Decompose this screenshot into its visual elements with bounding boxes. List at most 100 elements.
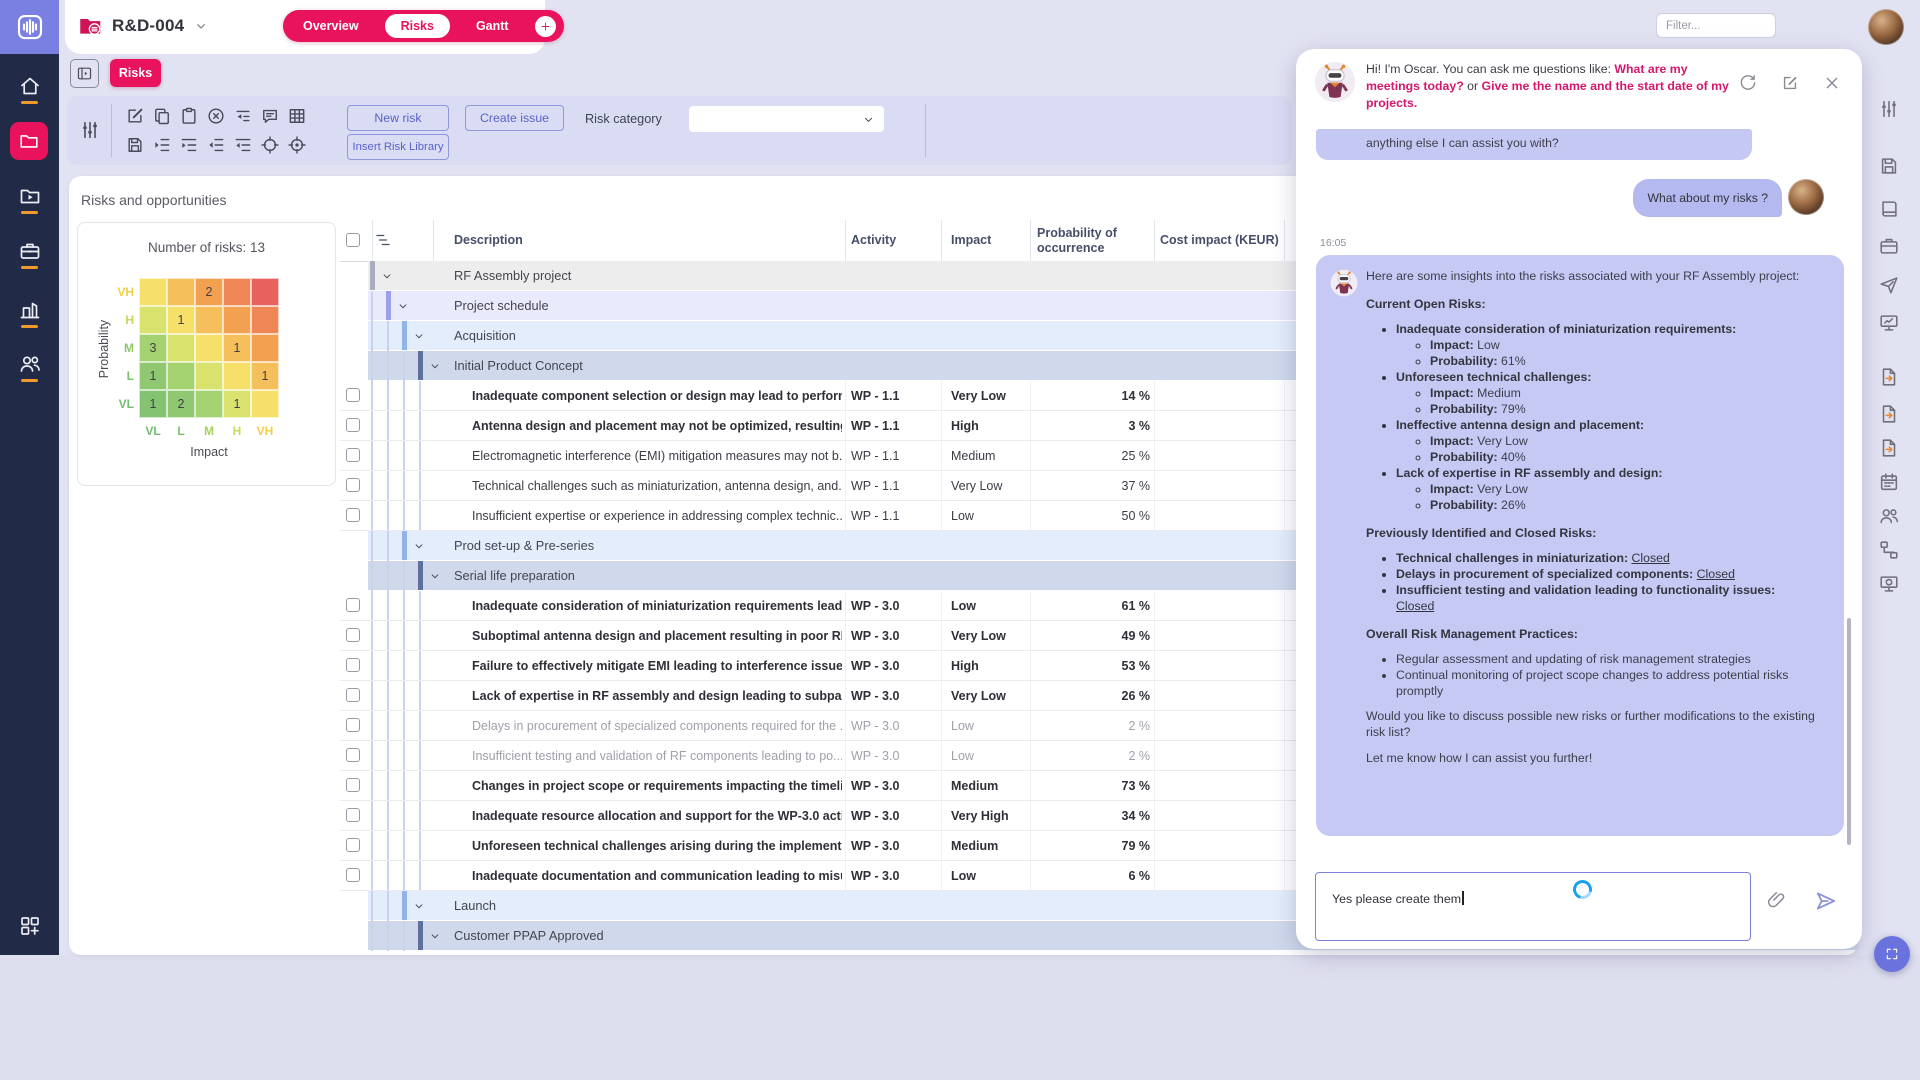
chevron-down-icon[interactable]: [396, 299, 410, 313]
column-header-1[interactable]: Activity: [851, 220, 941, 261]
sidebar-item-team[interactable]: [0, 344, 59, 384]
column-header-3[interactable]: Probability of occurrence: [1037, 220, 1123, 261]
save-button[interactable]: [125, 134, 145, 156]
rail-monitor[interactable]: [1878, 573, 1900, 595]
filter-input[interactable]: [1656, 13, 1776, 38]
matrix-cell-VH-VL[interactable]: [139, 278, 167, 306]
comment-button[interactable]: [260, 105, 280, 127]
rail-presentation[interactable]: [1878, 312, 1900, 334]
matrix-cell-VH-VH[interactable]: [251, 278, 279, 306]
matrix-cell-H-VH[interactable]: [251, 306, 279, 334]
row-checkbox[interactable]: [346, 598, 360, 612]
matrix-cell-M-VH[interactable]: [251, 334, 279, 362]
row-checkbox[interactable]: [346, 388, 360, 402]
chevron-down-icon[interactable]: [380, 269, 394, 283]
row-checkbox[interactable]: [346, 688, 360, 702]
sidebar-item-home[interactable]: [0, 66, 59, 106]
chat-fullscreen-button[interactable]: [1874, 936, 1910, 972]
tab-overview[interactable]: Overview: [297, 14, 365, 38]
attachment-icon[interactable]: [1766, 889, 1787, 910]
tab-risks[interactable]: Risks: [385, 14, 450, 38]
chat-input[interactable]: Yes please create them: [1315, 872, 1751, 941]
rail-team[interactable]: [1878, 505, 1900, 527]
matrix-cell-L-VL[interactable]: 1: [139, 362, 167, 390]
closed-status-link[interactable]: Closed: [1697, 567, 1735, 581]
matrix-cell-VH-M[interactable]: 2: [195, 278, 223, 306]
new-chat-icon[interactable]: [1780, 73, 1800, 93]
tab-gantt[interactable]: Gantt: [470, 14, 515, 38]
rail-export-word[interactable]: [1878, 437, 1900, 459]
chevron-down-icon[interactable]: [412, 329, 426, 343]
attachment-icon[interactable]: [1766, 889, 1787, 910]
close-icon[interactable]: [1822, 73, 1842, 93]
matrix-cell-M-L[interactable]: [167, 334, 195, 362]
rail-settings[interactable]: [1878, 98, 1900, 120]
chevron-down-icon[interactable]: [428, 929, 442, 943]
matrix-cell-L-L[interactable]: [167, 362, 195, 390]
edit-button[interactable]: [125, 105, 145, 127]
collapse-row-button[interactable]: [233, 105, 253, 127]
row-checkbox[interactable]: [346, 718, 360, 732]
matrix-cell-H-L[interactable]: 1: [167, 306, 195, 334]
matrix-cell-M-VL[interactable]: 3: [139, 334, 167, 362]
rail-export-excel[interactable]: [1878, 403, 1900, 425]
closed-status-link[interactable]: Closed: [1632, 551, 1670, 565]
send-icon[interactable]: [1813, 888, 1839, 914]
row-checkbox[interactable]: [346, 748, 360, 762]
column-header-2[interactable]: Impact: [951, 220, 1031, 261]
new-risk-button[interactable]: New risk: [347, 105, 449, 131]
table-button[interactable]: [287, 105, 307, 127]
matrix-cell-L-H[interactable]: [223, 362, 251, 390]
matrix-cell-VH-L[interactable]: [167, 278, 195, 306]
chevron-down-icon[interactable]: [412, 899, 426, 913]
matrix-cell-VL-L[interactable]: 2: [167, 390, 195, 418]
target-dot-button[interactable]: [287, 134, 307, 156]
chevron-down-icon[interactable]: [193, 18, 209, 34]
sidebar-item-add-dashboard[interactable]: [0, 906, 59, 946]
rail-export-pdf[interactable]: [1878, 366, 1900, 388]
column-header-4[interactable]: Cost impact (KEUR): [1160, 220, 1300, 261]
matrix-cell-M-M[interactable]: [195, 334, 223, 362]
sidebar-item-media-library[interactable]: [0, 176, 59, 216]
column-header-0[interactable]: Description: [454, 220, 834, 261]
chevron-down-icon[interactable]: [428, 359, 442, 373]
risks-page-button[interactable]: Risks: [110, 59, 161, 87]
row-checkbox[interactable]: [346, 808, 360, 822]
app-logo[interactable]: [0, 0, 59, 54]
matrix-cell-L-M[interactable]: [195, 362, 223, 390]
create-issue-button[interactable]: Create issue: [465, 105, 564, 131]
matrix-cell-VH-H[interactable]: [223, 278, 251, 306]
rail-send[interactable]: [1878, 274, 1900, 296]
target-button[interactable]: [260, 134, 280, 156]
tune-icon[interactable]: [79, 119, 101, 141]
refresh-icon[interactable]: [1738, 73, 1758, 93]
matrix-cell-H-M[interactable]: [195, 306, 223, 334]
row-checkbox[interactable]: [346, 508, 360, 522]
rail-briefcase[interactable]: [1878, 235, 1900, 257]
matrix-cell-VL-VL[interactable]: 1: [139, 390, 167, 418]
chevron-down-icon[interactable]: [193, 18, 209, 34]
row-checkbox[interactable]: [346, 448, 360, 462]
project-switcher[interactable]: R&D-004: [77, 13, 209, 39]
new-chat-icon[interactable]: [1780, 73, 1800, 93]
indent-alt-button[interactable]: [179, 134, 199, 156]
select-all-checkbox[interactable]: [346, 233, 360, 247]
panel-toggle-button[interactable]: [70, 59, 99, 88]
copy-button[interactable]: [152, 105, 172, 127]
matrix-cell-L-VH[interactable]: 1: [251, 362, 279, 390]
cancel-button[interactable]: [206, 105, 226, 127]
row-checkbox[interactable]: [346, 778, 360, 792]
outdent-alt-button[interactable]: [233, 134, 253, 156]
matrix-cell-H-H[interactable]: [223, 306, 251, 334]
closed-status-link[interactable]: Closed: [1396, 599, 1434, 613]
row-checkbox[interactable]: [346, 418, 360, 432]
row-checkbox[interactable]: [346, 658, 360, 672]
row-checkbox[interactable]: [346, 838, 360, 852]
rail-calendar[interactable]: [1878, 471, 1900, 493]
insert-risk-library-button[interactable]: Insert Risk Library: [347, 134, 449, 160]
sidebar-item-projects[interactable]: [10, 122, 48, 160]
rail-save[interactable]: [1878, 155, 1900, 177]
risk-category-select[interactable]: [689, 106, 884, 132]
row-checkbox[interactable]: [346, 628, 360, 642]
matrix-cell-H-VL[interactable]: [139, 306, 167, 334]
